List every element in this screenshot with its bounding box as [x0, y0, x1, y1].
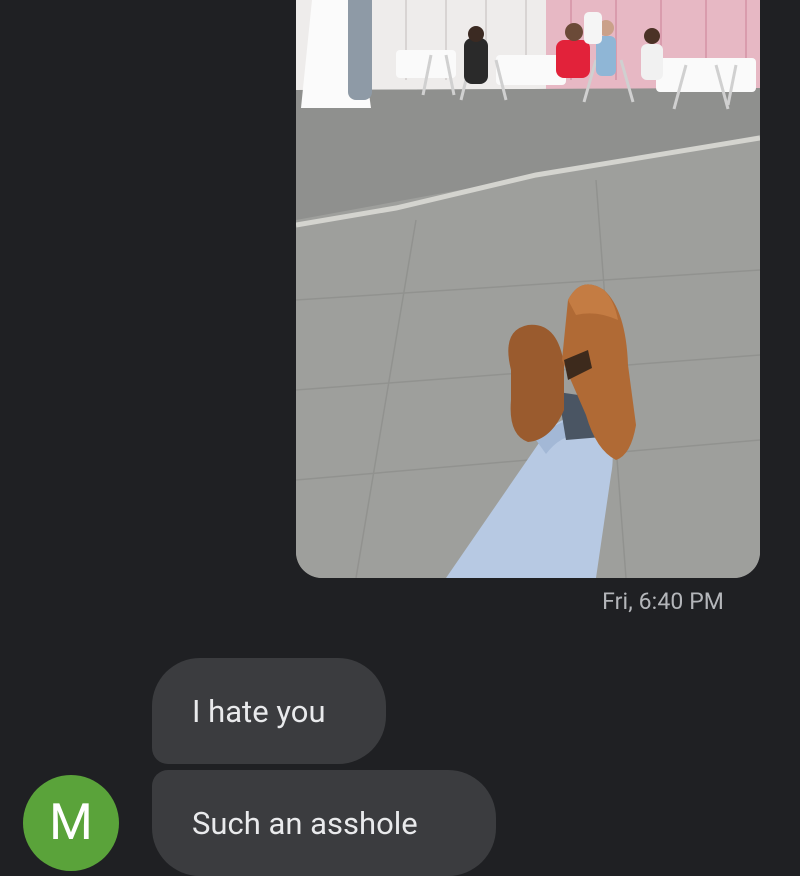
contact-avatar[interactable]: M: [23, 775, 119, 871]
message-text: Such an asshole: [192, 804, 418, 842]
message-text: I hate you: [192, 692, 326, 730]
received-message-bubble[interactable]: I hate you: [152, 658, 386, 764]
avatar-initial: M: [49, 794, 93, 852]
message-timestamp: Fri, 6:40 PM: [602, 588, 724, 615]
sent-photo-message[interactable]: [296, 0, 760, 578]
received-message-bubble[interactable]: Such an asshole: [152, 770, 496, 876]
photo-image: [296, 0, 760, 578]
message-thread: Fri, 6:40 PM I hate you Such an asshole …: [0, 0, 800, 876]
